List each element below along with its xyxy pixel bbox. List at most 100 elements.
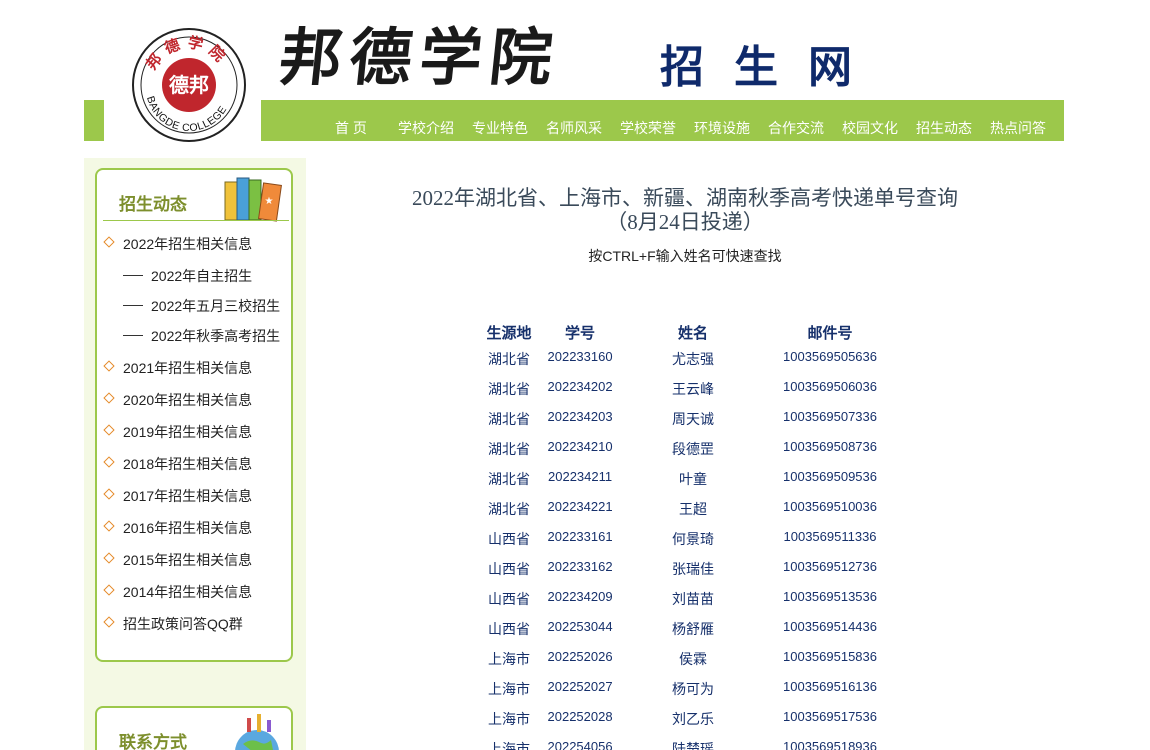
site-title: 招生网 (660, 42, 882, 93)
cell-origin: 山西省 (488, 621, 530, 637)
cell-origin: 湖北省 (488, 471, 530, 487)
search-hint: 按CTRL+F输入姓名可快速查找 (588, 248, 782, 264)
cell-student-id: 202253044 (547, 619, 613, 634)
site-header: 邦德学院 BANGDE COLLEGE 德邦 邦德学院 招生网 首 页 学校介绍专… (0, 0, 1150, 142)
cell-origin: 湖北省 (488, 381, 530, 397)
cell-name: 杨舒雁 (672, 621, 714, 637)
sidebar-box-divider (103, 220, 289, 221)
cell-tracking-number: 1003569514436 (783, 619, 877, 634)
cell-name: 尤志强 (672, 351, 714, 367)
svg-text:★: ★ (265, 196, 274, 207)
nav-item-5[interactable]: 学校荣誉 (620, 118, 676, 138)
sidebar-item[interactable]: 2022年招生相关信息 (123, 234, 252, 254)
page-title: 2022年湖北省、上海市、新疆、湖南秋季高考快递单号查询 （8月24日投递） (394, 186, 976, 234)
nav-item-2[interactable]: 学校介绍 (398, 118, 454, 138)
cell-origin: 山西省 (488, 591, 530, 607)
cell-student-id: 202234221 (547, 499, 613, 514)
svg-text:德邦: 德邦 (169, 73, 209, 97)
sidebar-item[interactable]: 2016年招生相关信息 (123, 518, 252, 538)
table-header-student-id: 学号 (565, 325, 596, 342)
books-icon: ★ (224, 177, 282, 222)
cell-tracking-number: 1003569507336 (783, 409, 877, 424)
sidebar-box-title: 招生动态 (119, 195, 187, 214)
sidebar-item[interactable]: 2014年招生相关信息 (123, 582, 252, 602)
nav-item-1[interactable]: 首 页 (335, 118, 367, 138)
table-header-origin: 生源地 (486, 325, 532, 342)
cell-name: 王超 (679, 501, 707, 517)
cell-tracking-number: 1003569506036 (783, 379, 877, 394)
page: 邦德学院 BANGDE COLLEGE 德邦 邦德学院 招生网 首 页 学校介绍专… (0, 0, 1150, 750)
cell-tracking-number: 1003569508736 (783, 439, 877, 454)
cell-name: 刘苗苗 (672, 591, 714, 607)
nav-item-9[interactable]: 招生动态 (916, 118, 972, 138)
sidebar-item[interactable]: 2021年招生相关信息 (123, 358, 252, 378)
sub-item-dash (123, 305, 143, 306)
cell-tracking-number: 1003569512736 (783, 559, 877, 574)
cell-name: 张瑞佳 (672, 561, 714, 577)
cell-student-id: 202234203 (547, 409, 613, 424)
cell-tracking-number: 1003569505636 (783, 349, 877, 364)
sidebar-item[interactable]: 招生政策问答QQ群 (123, 614, 243, 634)
cell-student-id: 202234202 (547, 379, 613, 394)
cell-tracking-number: 1003569518936 (783, 739, 877, 750)
brush-title: 邦德学院 (276, 21, 564, 94)
cell-student-id: 202234211 (548, 469, 613, 484)
cell-origin: 上海市 (488, 711, 530, 727)
table-header-name: 姓名 (678, 325, 709, 342)
cell-origin: 湖北省 (488, 351, 530, 367)
contact-title: 联系方式 (119, 733, 187, 750)
cell-student-id: 202233162 (547, 559, 613, 574)
globe-icon (235, 714, 279, 750)
cell-student-id: 202234209 (547, 589, 613, 604)
cell-name: 侯霖 (679, 651, 707, 667)
cell-origin: 山西省 (488, 531, 530, 547)
cell-student-id: 202252026 (547, 649, 613, 664)
main-nav: 首 页 学校介绍 专业特色 名师风采 学校荣誉 环境设施 合作交流 校园文化 招生动态 热点问答 (261, 100, 1064, 141)
nav-item-7[interactable]: 合作交流 (768, 118, 824, 138)
cell-name: 杨可为 (672, 681, 714, 697)
cell-tracking-number: 1003569510036 (783, 499, 877, 514)
cell-origin: 上海市 (488, 681, 530, 697)
cell-tracking-number: 1003569513536 (783, 589, 877, 604)
cell-origin: 湖北省 (488, 441, 530, 457)
sidebar-contact-box: 联系方式 (95, 706, 293, 750)
page-title-line2: （8月24日投递） (606, 210, 764, 234)
cell-name: 何景琦 (672, 531, 714, 547)
cell-student-id: 202252028 (547, 709, 613, 724)
cell-origin: 湖北省 (488, 411, 530, 427)
nav-item-10[interactable]: 热点问答 (990, 118, 1046, 138)
cell-tracking-number: 1003569515836 (783, 649, 877, 664)
nav-item-3[interactable]: 专业特色 (472, 118, 528, 138)
college-logo: 邦德学院 BANGDE COLLEGE 德邦 (132, 28, 246, 142)
cell-origin: 上海市 (488, 741, 530, 750)
cell-name: 段德罡 (672, 441, 714, 457)
sidebar-item[interactable]: 2015年招生相关信息 (123, 550, 252, 570)
cell-student-id: 202233161 (547, 529, 613, 544)
sidebar-item[interactable]: 2019年招生相关信息 (123, 422, 252, 442)
cell-student-id: 202252027 (547, 679, 613, 694)
cell-tracking-number: 1003569516136 (783, 679, 877, 694)
header-green-stub (84, 100, 104, 141)
cell-origin: 山西省 (488, 561, 530, 577)
sub-item-dash (123, 335, 143, 336)
cell-name: 陆楚瑶 (672, 741, 714, 750)
sidebar-item[interactable]: 2017年招生相关信息 (123, 486, 252, 506)
nav-item-6[interactable]: 环境设施 (694, 118, 750, 138)
sidebar-subitem[interactable]: 2022年五月三校招生 (151, 296, 280, 316)
cell-student-id: 202233160 (547, 349, 613, 364)
cell-name: 叶童 (679, 471, 707, 487)
sidebar-subitem[interactable]: 2022年秋季高考招生 (151, 326, 280, 346)
cell-tracking-number: 1003569511336 (783, 529, 877, 544)
sidebar-item[interactable]: 2018年招生相关信息 (123, 454, 252, 474)
cell-name: 刘乙乐 (672, 711, 714, 727)
cell-origin: 上海市 (488, 651, 530, 667)
sidebar-subitem[interactable]: 2022年自主招生 (151, 266, 252, 286)
cell-student-id: 202254056 (547, 739, 613, 750)
nav-item-4[interactable]: 名师风采 (546, 118, 602, 138)
nav-item-8[interactable]: 校园文化 (842, 118, 898, 138)
cell-tracking-number: 1003569509536 (783, 469, 877, 484)
cell-name: 周天诚 (672, 411, 714, 427)
cell-name: 王云峰 (672, 381, 714, 397)
cell-student-id: 202234210 (547, 439, 613, 454)
sidebar-item[interactable]: 2020年招生相关信息 (123, 390, 252, 410)
